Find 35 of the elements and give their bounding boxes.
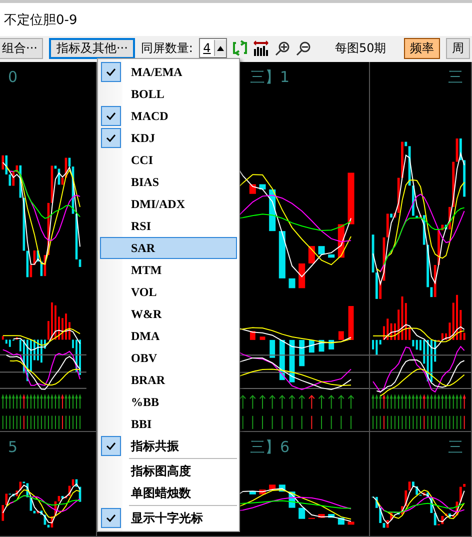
menu-item[interactable]: 指标图高度 bbox=[100, 460, 237, 482]
menu-item[interactable]: MACD bbox=[100, 105, 237, 127]
menu-item[interactable]: BRAR bbox=[100, 369, 237, 391]
menu-item[interactable]: MTM bbox=[100, 259, 237, 281]
menu-item[interactable]: BOLL bbox=[100, 83, 237, 105]
menu-item[interactable]: DMI/ADX bbox=[100, 193, 237, 215]
chart-label: 5 bbox=[7, 437, 19, 456]
menu-item[interactable]: W&R bbox=[100, 303, 237, 325]
chart-label: 三】6 bbox=[249, 437, 291, 457]
per-chart-label: 每图50期 bbox=[334, 40, 386, 56]
chart-label: 0 bbox=[7, 67, 19, 86]
menu-item[interactable]: 显示十字光标 bbox=[100, 507, 237, 529]
menu-item[interactable]: DMA bbox=[100, 325, 237, 347]
menu-item[interactable]: %BB bbox=[100, 391, 237, 413]
count-spinner[interactable]: 4 bbox=[198, 38, 227, 58]
period-button[interactable]: 周 bbox=[446, 38, 470, 58]
menu-item[interactable]: 单图蜡烛数 bbox=[100, 482, 237, 504]
count-label: 同屏数量: bbox=[140, 40, 193, 56]
menu-item[interactable]: 指标共振 bbox=[100, 435, 237, 457]
frequency-button[interactable]: 频率 bbox=[404, 38, 440, 58]
menu-item[interactable]: OBV bbox=[100, 347, 237, 369]
menu-item[interactable]: SAR bbox=[100, 237, 237, 259]
indicator-button[interactable]: 指标及其他··· bbox=[49, 38, 135, 58]
menu-item[interactable]: VOL bbox=[100, 281, 237, 303]
chart-label: 三 bbox=[447, 67, 464, 87]
menu-item[interactable]: RSI bbox=[100, 215, 237, 237]
menu-item[interactable]: BBI bbox=[100, 413, 237, 435]
combo-button[interactable]: 组合··· bbox=[0, 38, 44, 58]
menu-item[interactable]: KDJ bbox=[100, 127, 237, 149]
window-title: 不定位胆0-9 bbox=[4, 12, 78, 28]
menu-item[interactable]: BIAS bbox=[100, 171, 237, 193]
menu-item[interactable]: CCI bbox=[100, 149, 237, 171]
chart-label: 三 bbox=[447, 437, 464, 457]
menu-item[interactable]: MA/EMA bbox=[100, 61, 237, 83]
chart-label: 三】1 bbox=[249, 67, 291, 87]
